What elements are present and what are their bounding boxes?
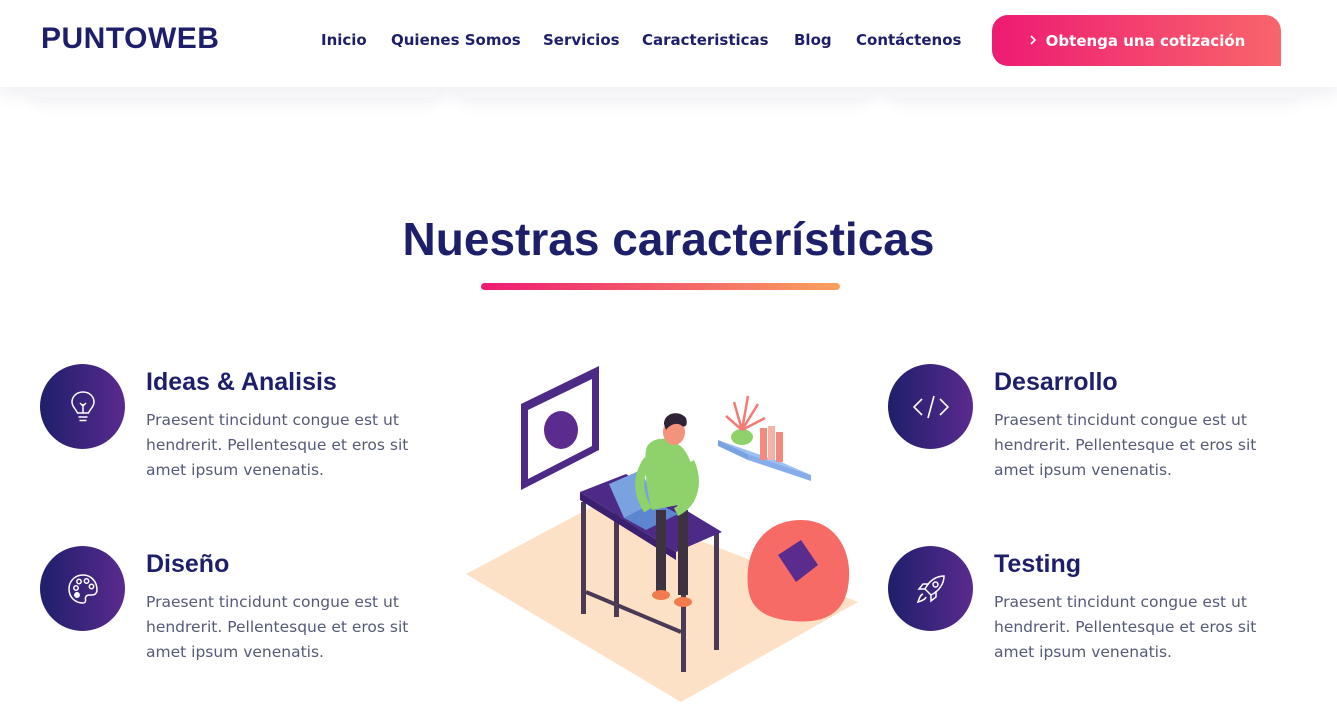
section-title: Nuestras características xyxy=(402,213,935,265)
chevron-right-icon xyxy=(1028,32,1038,50)
palette-icon xyxy=(40,546,125,631)
lightbulb-icon xyxy=(40,364,125,449)
workspace-illustration xyxy=(466,362,858,704)
feature-title: Desarrollo xyxy=(994,368,1118,396)
card-shadow xyxy=(890,87,1300,97)
feature-text: Praesent tincidunt congue est ut hendrer… xyxy=(146,411,409,479)
logo[interactable]: PUNTOWEB xyxy=(41,22,219,56)
feature-title: Diseño xyxy=(146,550,230,578)
card-shadow xyxy=(460,87,870,97)
feature-text: Praesent tincidunt congue est ut hendrer… xyxy=(994,411,1257,479)
nav-inicio[interactable]: Inicio xyxy=(321,31,367,49)
title-underline xyxy=(481,283,840,290)
code-icon xyxy=(888,364,973,449)
feature-text: Praesent tincidunt congue est ut hendrer… xyxy=(146,593,409,661)
nav-caracteristicas[interactable]: Caracteristicas xyxy=(642,31,769,49)
feature-title: Testing xyxy=(994,550,1082,578)
nav-servicios[interactable]: Servicios xyxy=(543,31,620,49)
rocket-icon xyxy=(888,546,973,631)
nav-blog[interactable]: Blog xyxy=(794,31,832,49)
quote-button-label: Obtenga una cotización xyxy=(1045,31,1246,50)
quote-button[interactable]: Obtenga una cotización xyxy=(992,15,1281,66)
feature-text: Praesent tincidunt congue est ut hendrer… xyxy=(994,593,1257,661)
nav-contactenos[interactable]: Contáctenos xyxy=(856,31,961,49)
site-header: PUNTOWEB Inicio Quienes Somos Servicios … xyxy=(0,0,1337,87)
nav-quienes-somos[interactable]: Quienes Somos xyxy=(391,31,521,49)
card-shadow xyxy=(30,87,440,97)
feature-title: Ideas & Analisis xyxy=(146,368,337,396)
